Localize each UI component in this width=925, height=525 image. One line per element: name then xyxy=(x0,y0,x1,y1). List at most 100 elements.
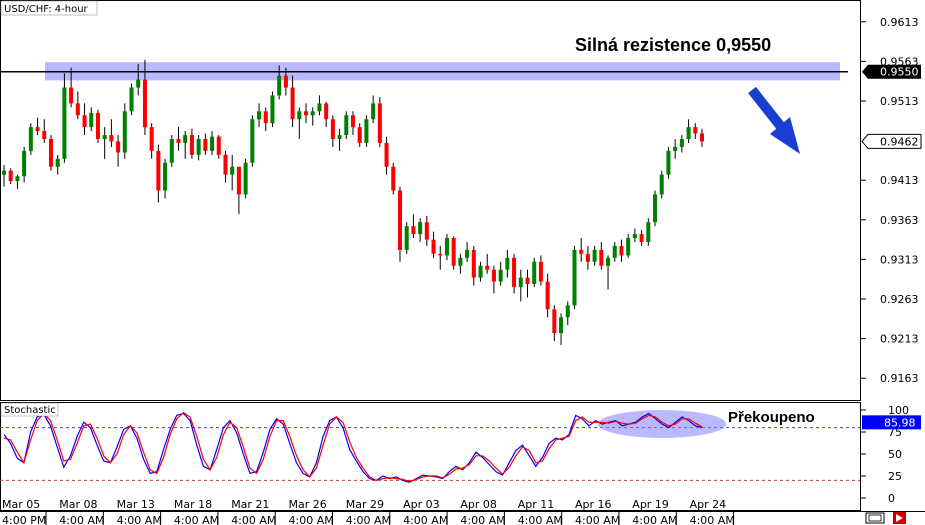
candle-body xyxy=(189,135,194,155)
candle-body xyxy=(471,249,476,278)
stoch-y-tick-label: 100 xyxy=(888,404,909,417)
candle-body xyxy=(619,245,624,256)
candle xyxy=(344,111,349,140)
candle xyxy=(471,245,476,286)
candle xyxy=(55,154,60,175)
candle xyxy=(1,165,7,187)
candle-body xyxy=(673,146,678,151)
candle xyxy=(257,103,262,128)
candle xyxy=(122,103,127,159)
candle-body xyxy=(1,170,7,175)
x-date-label: Mar 26 xyxy=(289,498,327,511)
candle xyxy=(243,158,248,199)
candle xyxy=(458,253,463,274)
candle-body xyxy=(142,79,147,128)
candle xyxy=(270,91,275,128)
candle xyxy=(75,91,80,120)
candle-body xyxy=(82,115,87,128)
x-time-label: 4:00 AM xyxy=(117,514,162,525)
candle-body xyxy=(458,257,463,266)
candle xyxy=(357,123,362,147)
candle-body xyxy=(693,127,698,134)
candle xyxy=(223,150,228,183)
price-badge-label: 0.9550 xyxy=(880,66,919,79)
candle-body xyxy=(203,139,208,151)
candle xyxy=(518,269,523,302)
candle-body xyxy=(236,166,241,195)
chart-title: USD/CHF: 4-hour xyxy=(4,4,89,15)
candle xyxy=(109,119,114,147)
candle-body xyxy=(545,281,550,310)
candle xyxy=(397,186,402,262)
navigate-right-icon[interactable] xyxy=(893,512,906,524)
candle xyxy=(22,146,27,183)
y-tick-label: 0.9413 xyxy=(880,174,919,187)
candle-body xyxy=(223,154,228,175)
candle xyxy=(89,107,94,132)
candle xyxy=(102,127,107,159)
candle xyxy=(35,117,40,136)
candle-body xyxy=(330,119,335,140)
x-time-label: 4:00 AM xyxy=(575,514,620,525)
candle-body xyxy=(371,103,376,120)
candle xyxy=(646,218,651,246)
candle xyxy=(485,253,490,274)
candle-body xyxy=(552,309,557,334)
candle-body xyxy=(525,277,530,284)
candle-body xyxy=(364,119,369,143)
candle-body xyxy=(257,111,262,120)
candle-body xyxy=(599,249,604,266)
candle xyxy=(451,236,456,270)
candle xyxy=(116,135,121,167)
candle xyxy=(424,215,429,246)
x-time-label: 4:00 AM xyxy=(289,514,334,525)
stochastic-lines xyxy=(3,411,703,483)
candle xyxy=(585,245,590,270)
price-badge: 0.9550 xyxy=(862,64,921,79)
candle xyxy=(196,135,201,161)
stochastic-title: Stochastic xyxy=(4,405,56,416)
candle-body xyxy=(391,166,396,191)
candle xyxy=(230,154,235,191)
candle-body xyxy=(646,222,651,242)
price-badge-label: 0.9462 xyxy=(880,135,919,148)
candle-body xyxy=(210,136,215,151)
stochastic-badge: 85.98 xyxy=(862,415,921,430)
candle xyxy=(538,255,543,286)
candle xyxy=(176,127,181,151)
stoch-y-tick-label: 0 xyxy=(888,492,895,505)
x-date-label: Mar 05 xyxy=(2,498,40,511)
candle xyxy=(304,103,309,124)
x-time-label: 4:00 AM xyxy=(346,514,391,525)
candle-body xyxy=(216,136,221,155)
candle xyxy=(236,166,241,215)
candle-body xyxy=(572,249,577,306)
y-tick-label: 0.9163 xyxy=(880,372,919,385)
candle xyxy=(297,107,302,140)
stochastic-badge-label: 85.98 xyxy=(884,416,916,429)
x-time-label: 4:00 AM xyxy=(174,514,219,525)
x-date-label: Apr 19 xyxy=(632,498,669,511)
candle xyxy=(330,115,335,147)
stochastic-y-axis: 100755025085.98 xyxy=(860,404,921,505)
candle xyxy=(431,231,436,258)
candle-body xyxy=(95,112,100,140)
candle xyxy=(639,230,644,246)
candle-body xyxy=(169,139,174,163)
x-date-label: Mar 29 xyxy=(346,498,384,511)
candle-body xyxy=(116,141,121,153)
candle-body xyxy=(653,194,658,223)
candle-body xyxy=(69,87,74,104)
candle-body xyxy=(250,119,255,163)
candle xyxy=(579,238,584,262)
candle-body xyxy=(8,170,13,181)
candle-body xyxy=(465,249,470,258)
candle xyxy=(216,135,221,159)
candle-body xyxy=(15,176,20,181)
candle xyxy=(290,75,295,128)
candle-body xyxy=(283,75,288,88)
x-date-label: Mar 18 xyxy=(174,498,212,511)
scroll-icon[interactable] xyxy=(865,512,885,524)
candle xyxy=(364,115,369,147)
candle xyxy=(465,241,470,262)
